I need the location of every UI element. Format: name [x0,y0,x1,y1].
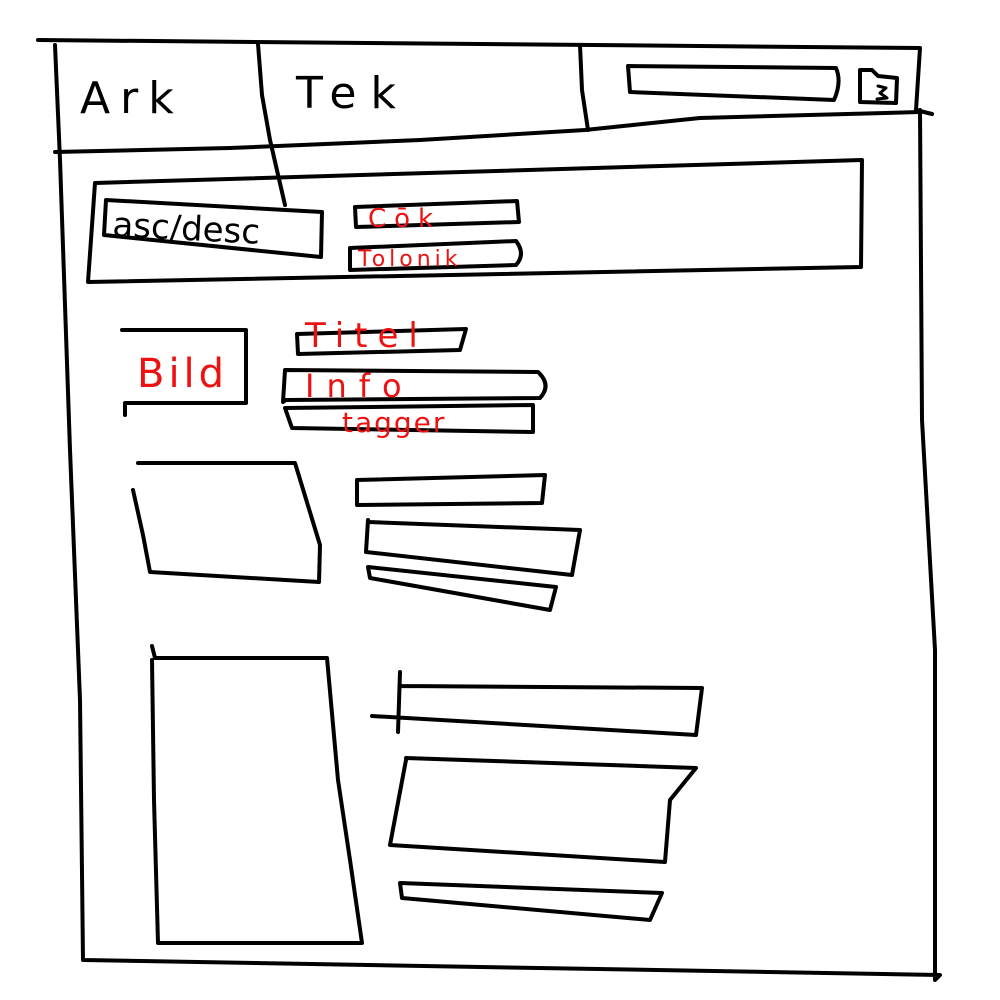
search-input[interactable] [626,64,841,102]
brand-ark: Ark [80,73,184,124]
item-2-image [131,461,322,584]
item-2-title-field [355,473,547,507]
header-separator-2 [578,43,590,132]
folder-search-icon[interactable] [858,68,899,105]
list-item-2[interactable] [131,461,582,612]
sort-button-label: asc/desc [112,205,262,253]
list-item-1[interactable]: Bild Titel Info tagger [120,316,548,439]
brand-ark-text: Ark [80,73,184,124]
item-3-tags-field [398,881,664,922]
list-item-3[interactable] [150,644,704,945]
item-2-info-field [364,518,582,577]
wireframe-page: Ark Tek asc/desc Cōk Tolonik Bild Titel [0,0,1000,1000]
item-1-info: Info [305,367,414,405]
filter-1-label: Cōk [368,204,441,234]
item-3-image [150,644,364,945]
item-3-title-field [370,670,704,737]
item-1-image-label: Bild [137,351,228,397]
header-divider [53,110,922,154]
header-separator-1 [256,42,287,207]
item-1-tags: tagger [342,406,446,439]
brand-tek: Tek [295,68,410,119]
item-2-tags-field [366,565,558,612]
item-1-title: Titel [304,316,428,356]
item-3-info-field [388,756,698,864]
brand-tek-text: Tek [295,68,410,119]
filter-2-label: Tolonik [357,247,462,272]
